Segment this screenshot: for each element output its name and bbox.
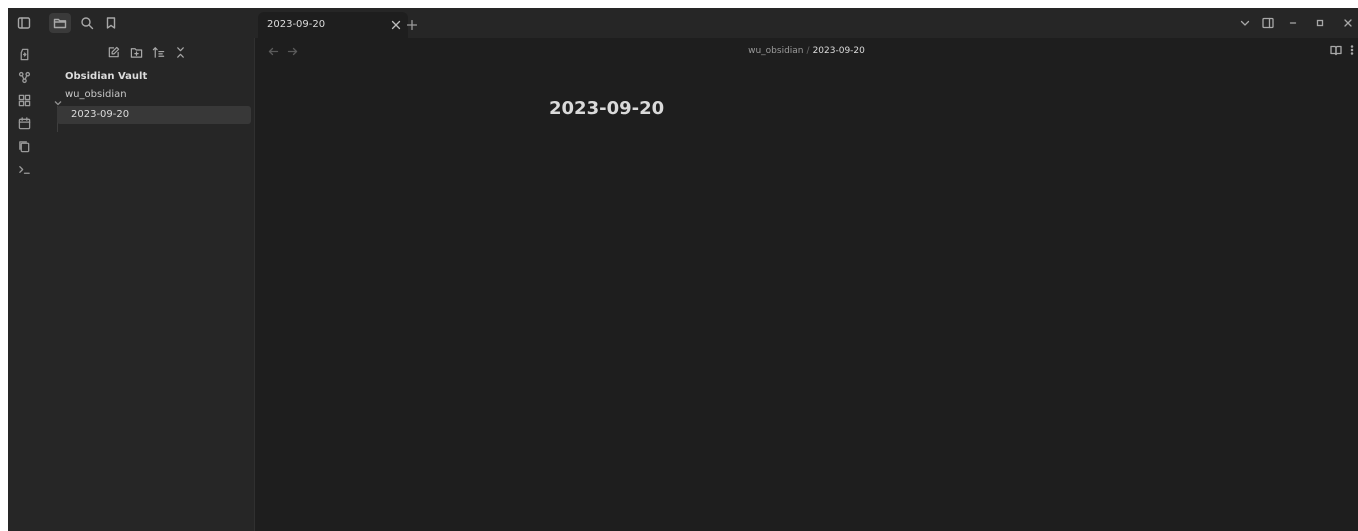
file-label: 2023-09-20 xyxy=(71,109,130,120)
chevron-down-icon xyxy=(54,92,62,106)
new-note-icon[interactable] xyxy=(104,43,122,61)
search-icon[interactable] xyxy=(76,13,98,33)
sort-icon[interactable] xyxy=(149,43,167,61)
note-title[interactable]: 2023-09-20 xyxy=(549,98,664,119)
tab-note[interactable]: 2023-09-20 xyxy=(258,12,408,38)
close-icon[interactable] xyxy=(1339,15,1357,31)
folder-label: wu_obsidian xyxy=(65,89,127,100)
more-options-icon[interactable] xyxy=(1344,42,1358,58)
ribbon xyxy=(8,38,41,531)
tree-file-2023-09-20[interactable]: 2023-09-20 xyxy=(57,106,251,124)
vault-name[interactable]: Obsidian Vault xyxy=(65,71,147,82)
new-tab-icon[interactable] xyxy=(404,17,420,33)
new-folder-icon[interactable] xyxy=(127,43,145,61)
close-tab-icon[interactable] xyxy=(388,17,404,33)
obsidian-window: 2023-09-20 Obsidian Vault wu_obsidian 20… xyxy=(8,8,1358,531)
command-palette-icon[interactable] xyxy=(13,159,35,179)
templates-icon[interactable] xyxy=(13,136,35,156)
breadcrumb-folder[interactable]: wu_obsidian xyxy=(748,46,803,56)
editor-pane: wu_obsidian/2023-09-20 2023-09-20 xyxy=(255,38,1358,531)
breadcrumb-separator: / xyxy=(806,46,810,56)
right-sidebar-icon[interactable] xyxy=(1259,15,1277,31)
collapse-all-icon[interactable] xyxy=(171,43,189,61)
reading-view-icon[interactable] xyxy=(1328,42,1344,58)
title-bar: 2023-09-20 xyxy=(8,8,1358,38)
tree-folder-wu-obsidian[interactable]: wu_obsidian xyxy=(48,88,248,106)
breadcrumb: wu_obsidian/2023-09-20 xyxy=(255,46,1358,56)
canvas-icon[interactable] xyxy=(13,90,35,110)
bookmark-icon[interactable] xyxy=(100,13,122,33)
graph-view-icon[interactable] xyxy=(13,67,35,87)
breadcrumb-file[interactable]: 2023-09-20 xyxy=(813,46,865,56)
sidebar-toggle-icon[interactable] xyxy=(13,13,35,33)
maximize-icon[interactable] xyxy=(1311,15,1329,31)
minimize-icon[interactable] xyxy=(1284,15,1302,31)
tab-list-icon[interactable] xyxy=(1236,15,1254,31)
open-quick-switcher-icon[interactable] xyxy=(13,44,35,64)
calendar-icon[interactable] xyxy=(13,113,35,133)
folder-icon[interactable] xyxy=(49,13,71,33)
tab-title: 2023-09-20 xyxy=(267,19,326,30)
file-explorer: Obsidian Vault wu_obsidian 2023-09-20 xyxy=(40,38,255,531)
